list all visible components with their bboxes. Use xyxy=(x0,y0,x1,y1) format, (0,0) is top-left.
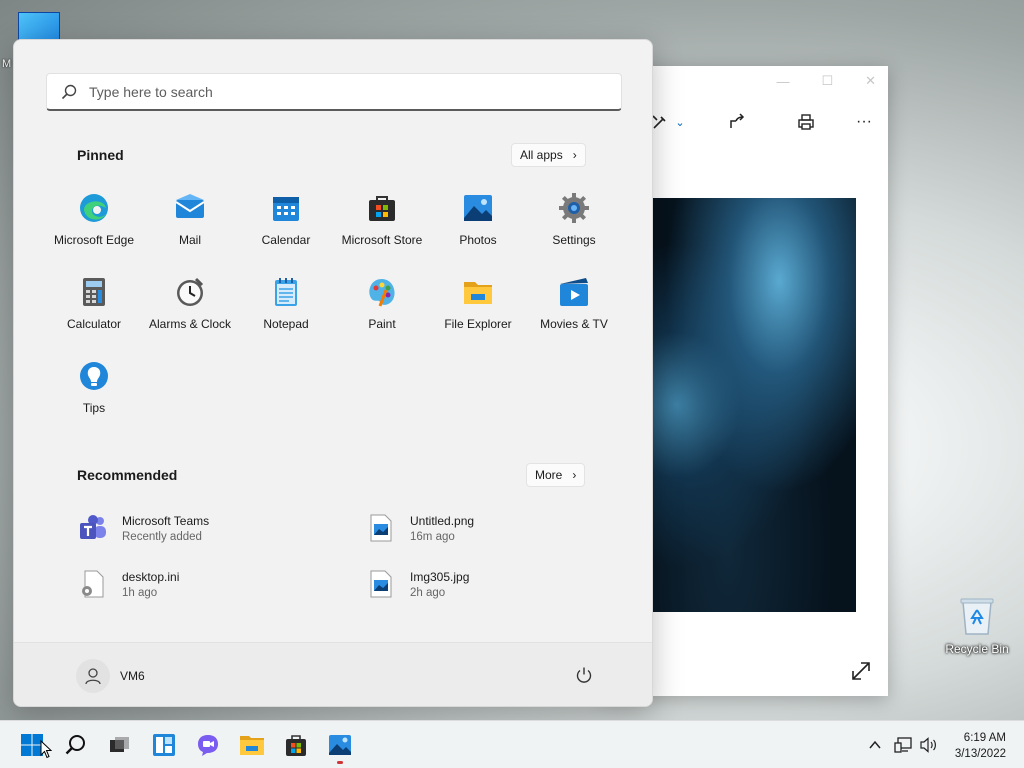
expand-icon[interactable] xyxy=(850,660,876,686)
pinned-app[interactable]: Microsoft Store xyxy=(334,188,430,272)
notepad-icon xyxy=(275,278,297,306)
file-explorer-icon xyxy=(464,282,492,304)
user-name: VM6 xyxy=(120,669,145,683)
widgets-icon xyxy=(153,734,175,756)
chat-icon xyxy=(198,735,218,756)
network-button[interactable] xyxy=(892,733,914,757)
store-button[interactable] xyxy=(280,729,312,761)
settings-icon xyxy=(559,193,589,223)
maximize-icon[interactable]: ☐ xyxy=(821,73,833,89)
photos-taskbar-button[interactable] xyxy=(324,729,356,764)
more-label: More xyxy=(535,468,563,482)
start-search-box[interactable] xyxy=(46,73,622,111)
movies-tv-icon xyxy=(560,278,588,306)
clock-time: 6:19 AM xyxy=(963,732,1006,744)
paint-icon xyxy=(369,279,395,307)
search-button[interactable] xyxy=(60,729,92,761)
pinned-app[interactable]: File Explorer xyxy=(430,272,526,356)
chevron-right-icon: › xyxy=(572,148,577,162)
start-menu: Pinned All apps › Microsoft Edge Mail Ca… xyxy=(13,39,653,707)
pinned-app[interactable]: Alarms & Clock xyxy=(142,272,238,356)
recommended-item[interactable]: Untitled.png 16m ago xyxy=(366,508,626,548)
recommended-item[interactable]: Img305.jpg 2h ago xyxy=(366,564,626,604)
pinned-app[interactable]: Notepad xyxy=(238,272,334,356)
store-icon xyxy=(369,196,395,221)
recommended-item[interactable]: desktop.ini 1h ago xyxy=(78,564,338,604)
share-icon[interactable] xyxy=(725,110,749,134)
calculator-icon xyxy=(83,278,105,306)
avatar xyxy=(76,659,110,693)
pinned-app[interactable]: Calendar xyxy=(238,188,334,272)
pinned-app[interactable]: Calculator xyxy=(46,272,142,356)
pinned-app[interactable]: Settings xyxy=(526,188,622,272)
mouse-cursor-icon xyxy=(40,740,52,759)
more-icon[interactable]: ··· xyxy=(852,110,876,134)
image-file-icon xyxy=(370,570,392,598)
chevron-down-icon[interactable]: ⌄ xyxy=(672,110,688,134)
task-view-icon xyxy=(110,737,129,752)
volume-button[interactable] xyxy=(918,733,940,757)
recommended-title: Recommended xyxy=(77,467,178,483)
calendar-icon xyxy=(273,197,299,221)
pinned-title: Pinned xyxy=(77,147,124,163)
pinned-app[interactable]: Movies & TV xyxy=(526,272,622,356)
show-hidden-icons-button[interactable] xyxy=(864,733,886,757)
task-view-button[interactable] xyxy=(104,729,136,761)
clock-date: 3/13/2022 xyxy=(954,748,1006,760)
desktop-app-label: M xyxy=(2,58,12,70)
recycle-bin[interactable]: Recycle Bin xyxy=(942,596,1012,656)
all-apps-label: All apps xyxy=(520,148,563,162)
pinned-app[interactable]: Mail xyxy=(142,188,238,272)
more-button[interactable]: More › xyxy=(526,463,586,487)
file-explorer-icon xyxy=(240,736,264,755)
pinned-apps-grid: Microsoft Edge Mail Calendar Microsoft S… xyxy=(46,188,622,440)
chat-button[interactable] xyxy=(192,729,224,761)
chevron-up-icon xyxy=(869,740,881,749)
mail-icon xyxy=(175,194,205,218)
close-icon[interactable]: ✕ xyxy=(865,73,876,89)
teams-icon xyxy=(80,515,106,539)
pinned-app[interactable]: Tips xyxy=(46,356,142,440)
minimize-icon[interactable]: — xyxy=(776,74,789,89)
image-file-icon xyxy=(370,514,392,542)
search-input[interactable] xyxy=(89,83,569,100)
recycle-bin-label: Recycle Bin xyxy=(945,642,1009,656)
alarm-clock-icon xyxy=(177,277,204,306)
widgets-button[interactable] xyxy=(148,729,180,761)
photos-icon xyxy=(329,735,351,755)
pinned-app[interactable]: Photos xyxy=(430,188,526,272)
network-icon xyxy=(894,737,912,753)
search-icon xyxy=(65,735,85,755)
taskbar: 6:19 AM 3/13/2022 xyxy=(0,720,1024,768)
edge-icon xyxy=(80,194,108,222)
start-footer: VM6 xyxy=(14,642,652,706)
all-apps-button[interactable]: All apps › xyxy=(511,143,586,167)
file-explorer-button[interactable] xyxy=(236,729,268,761)
store-icon xyxy=(286,735,306,756)
photos-icon xyxy=(464,195,492,221)
chevron-right-icon: › xyxy=(572,468,577,482)
user-account[interactable]: VM6 xyxy=(76,659,145,693)
pinned-app[interactable]: Microsoft Edge xyxy=(46,188,142,272)
settings-file-icon xyxy=(82,570,104,598)
recommended-item[interactable]: Microsoft Teams Recently added xyxy=(78,508,338,548)
user-icon xyxy=(85,668,101,685)
pinned-app[interactable]: Paint xyxy=(334,272,430,356)
volume-icon xyxy=(920,737,936,753)
power-button[interactable] xyxy=(572,663,596,687)
search-icon xyxy=(61,84,77,99)
recycle-bin-icon xyxy=(960,598,994,635)
power-icon xyxy=(576,667,592,683)
taskbar-clock[interactable]: 6:19 AM 3/13/2022 xyxy=(955,730,1006,762)
print-icon[interactable] xyxy=(794,110,818,134)
tips-icon xyxy=(80,362,108,390)
